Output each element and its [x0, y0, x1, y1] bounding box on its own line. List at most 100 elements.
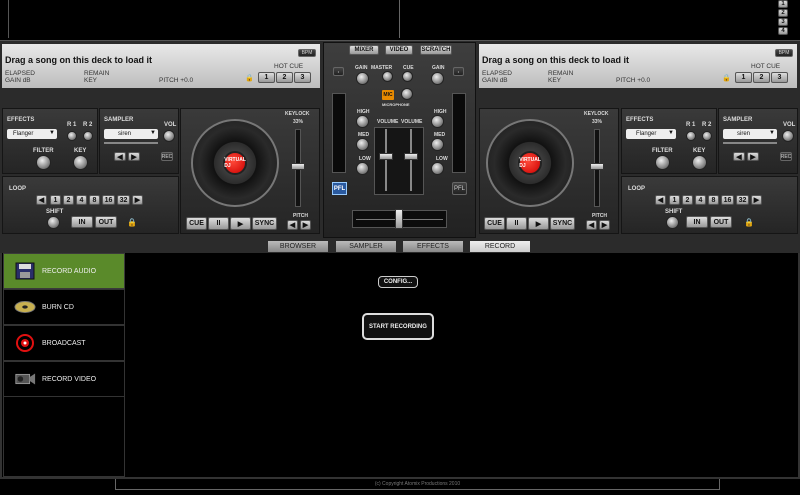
loop-out-button[interactable]: OUT [710, 216, 732, 228]
right-cue-button[interactable]: CUE [484, 217, 505, 230]
r2-knob[interactable] [702, 131, 712, 141]
r2-knob[interactable] [83, 131, 93, 141]
left-sync-button[interactable]: SYNC [252, 217, 277, 230]
tab-effects[interactable]: EFFECTS [403, 241, 463, 252]
pitch-down-button[interactable]: ◀ [586, 220, 597, 230]
deck-right-bpm[interactable]: BPM [775, 49, 793, 57]
camera-icon [14, 369, 36, 389]
hotcue-2-button[interactable]: 2 [276, 72, 293, 83]
hotcue-1-button[interactable]: 1 [735, 72, 752, 83]
left-cue-button[interactable]: CUE [186, 217, 207, 230]
loop-out-button[interactable]: OUT [95, 216, 117, 228]
sampler-rec-button[interactable]: REC [780, 152, 792, 161]
gain-knob-left[interactable] [356, 72, 369, 85]
deck-right-info[interactable]: Drag a song on this deck to load it BPM … [479, 44, 797, 88]
right-sync-button[interactable]: SYNC [550, 217, 575, 230]
master-knob[interactable] [382, 71, 393, 82]
sidebar-item-burn-cd[interactable]: BURN CD [3, 289, 125, 325]
pitch-down-button[interactable]: ◀ [287, 220, 298, 230]
left-play-button[interactable]: ▶ [230, 217, 251, 230]
med-knob-right[interactable] [431, 138, 444, 151]
mini-button-1[interactable]: 1 [778, 0, 788, 8]
config-button[interactable]: CONFIG... [378, 276, 418, 288]
loop-4-button[interactable]: 4 [76, 195, 87, 205]
hotcue-1-button[interactable]: 1 [258, 72, 275, 83]
sampler-vol-knob[interactable] [163, 130, 175, 142]
loop-16-button[interactable]: 16 [102, 195, 115, 205]
sampler-prev-button[interactable]: ◀ [114, 152, 126, 161]
crossfader[interactable] [395, 209, 403, 229]
loop-prev-button[interactable]: ◀ [655, 195, 666, 205]
cue-mix-knob[interactable] [402, 71, 413, 82]
tab-record[interactable]: RECORD [470, 241, 530, 252]
low-knob-left[interactable] [356, 162, 369, 175]
mini-button-3[interactable]: 3 [778, 18, 788, 26]
hotcue-2-button[interactable]: 2 [753, 72, 770, 83]
hotcue-3-button[interactable]: 3 [771, 72, 788, 83]
r1-knob[interactable] [686, 131, 696, 141]
mixer-right-mini-button[interactable]: • [453, 67, 464, 76]
loop-next-button[interactable]: ▶ [132, 195, 143, 205]
loop-prev-button[interactable]: ◀ [36, 195, 47, 205]
scratch-tab[interactable]: SCRATCH [420, 45, 452, 55]
loop-32-button[interactable]: 32 [736, 195, 749, 205]
loop-4-button[interactable]: 4 [695, 195, 706, 205]
loop-1-button[interactable]: 1 [50, 195, 61, 205]
pitch-up-button[interactable]: ▶ [599, 220, 610, 230]
loop-shift-knob[interactable] [666, 216, 679, 229]
sampler-play-button[interactable]: ▶ [128, 152, 140, 161]
mini-button-2[interactable]: 2 [778, 9, 788, 17]
mic-knob[interactable] [401, 88, 413, 100]
right-play-button[interactable]: ▶ [528, 217, 549, 230]
sidebar-item-broadcast[interactable]: BROADCAST [3, 325, 125, 361]
loop-2-button[interactable]: 2 [63, 195, 74, 205]
left-pause-button[interactable]: II [208, 217, 229, 230]
deck-left-bpm[interactable]: BPM [298, 49, 316, 57]
key-knob[interactable] [692, 155, 707, 170]
loop-in-button[interactable]: IN [71, 216, 93, 228]
med-knob-left[interactable] [356, 138, 369, 151]
loop-16-button[interactable]: 16 [721, 195, 734, 205]
low-knob-right[interactable] [431, 162, 444, 175]
loop-1-button[interactable]: 1 [669, 195, 680, 205]
filter-knob[interactable] [36, 155, 51, 170]
loop-next-button[interactable]: ▶ [751, 195, 762, 205]
loop-8-button[interactable]: 8 [89, 195, 100, 205]
gain-knob-right[interactable] [431, 72, 444, 85]
high-knob-left[interactable] [356, 115, 369, 128]
hotcue-3-button[interactable]: 3 [294, 72, 311, 83]
sidebar-item-record-video[interactable]: RECORD VIDEO [3, 361, 125, 397]
pitch-slider[interactable] [590, 163, 604, 170]
high-knob-right[interactable] [431, 115, 444, 128]
pfl-left-button[interactable]: PFL [332, 182, 347, 195]
tab-sampler[interactable]: SAMPLER [336, 241, 396, 252]
loop-8-button[interactable]: 8 [708, 195, 719, 205]
loop-32-button[interactable]: 32 [117, 195, 130, 205]
loop-shift-knob[interactable] [47, 216, 60, 229]
start-recording-button[interactable]: START RECORDING [362, 313, 434, 340]
tab-browser[interactable]: BROWSER [268, 241, 328, 252]
deck-left-info[interactable]: Drag a song on this deck to load it BPM … [2, 44, 320, 88]
video-tab[interactable]: VIDEO [385, 45, 413, 55]
lock-icon: 🔒 [722, 75, 731, 82]
loop-in-button[interactable]: IN [686, 216, 708, 228]
key-knob[interactable] [73, 155, 88, 170]
pitch-slider[interactable] [291, 163, 305, 170]
pfl-right-button[interactable]: PFL [452, 182, 467, 195]
sampler-rec-button[interactable]: REC [161, 152, 173, 161]
right-pause-button[interactable]: II [506, 217, 527, 230]
mixer-tab[interactable]: MIXER [349, 45, 379, 55]
sidebar-item-record-audio[interactable]: RECORD AUDIO [3, 253, 125, 289]
mini-button-4[interactable]: 4 [778, 27, 788, 35]
filter-knob[interactable] [655, 155, 670, 170]
sampler-prev-button[interactable]: ◀ [733, 152, 745, 161]
pitch-up-button[interactable]: ▶ [300, 220, 311, 230]
volume-fader-left[interactable] [379, 153, 393, 160]
mic-button[interactable]: MIC [382, 90, 394, 100]
r1-knob[interactable] [67, 131, 77, 141]
mixer-left-mini-button[interactable]: • [333, 67, 344, 76]
sampler-vol-knob[interactable] [782, 130, 794, 142]
volume-fader-right[interactable] [404, 153, 418, 160]
loop-2-button[interactable]: 2 [682, 195, 693, 205]
sampler-play-button[interactable]: ▶ [747, 152, 759, 161]
